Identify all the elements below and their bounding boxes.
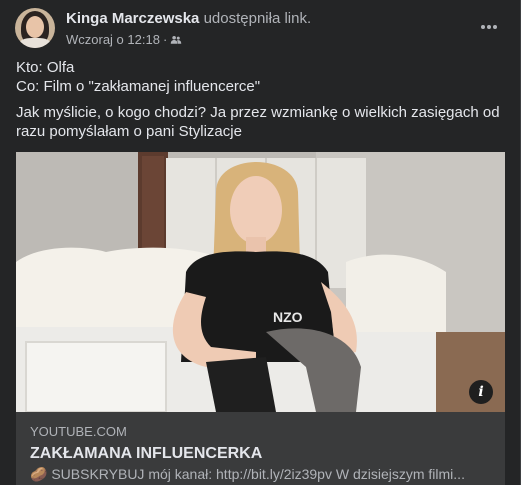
post-body-text: Kto: Olfa Co: Film o "zakłamanej influen… (16, 58, 505, 141)
post-timestamp-link[interactable]: Wczoraj o 12:18 (66, 32, 160, 47)
link-preview-card[interactable]: YOUTUBE.COM ZAKŁAMANA INFLUENCERKA 🥔 SUB… (16, 412, 505, 485)
friends-icon[interactable] (170, 34, 182, 46)
info-icon: i (478, 384, 484, 400)
author-avatar[interactable] (15, 8, 55, 48)
link-description: 🥔 SUBSKRYBUJ mój kanał: http://bit.ly/2i… (30, 466, 465, 482)
avatar-shirt-shape (19, 38, 51, 48)
post-text-line-who: Kto: Olfa (16, 59, 75, 76)
post-action-text: udostępniła link. (203, 10, 312, 27)
link-thumbnail-image[interactable]: NZO i (16, 152, 505, 412)
author-name-link[interactable]: Kinga Marczewska (66, 10, 199, 27)
link-domain: YOUTUBE.COM (30, 424, 127, 439)
info-button[interactable]: i (469, 380, 493, 404)
post-meta: Wczoraj o 12:18 · (66, 32, 182, 47)
avatar-face-shape (26, 16, 44, 38)
post-header-line: Kinga Marczewska udostępniła link. (66, 10, 311, 27)
more-horizontal-icon (481, 25, 497, 29)
meta-separator: · (162, 32, 168, 47)
post-text-question: Jak myślicie, o kogo chodzi? Ja przez wz… (16, 104, 500, 140)
feed-post: Kinga Marczewska udostępniła link. Wczor… (0, 0, 521, 485)
post-text-line-what: Co: Film o "zakłamanej influencerce" (16, 78, 261, 95)
more-options-button[interactable] (472, 10, 506, 44)
link-title[interactable]: ZAKŁAMANA INFLUENCERKA (30, 445, 262, 463)
svg-text:NZO: NZO (273, 309, 303, 325)
video-thumbnail-illustration: NZO (16, 152, 505, 412)
